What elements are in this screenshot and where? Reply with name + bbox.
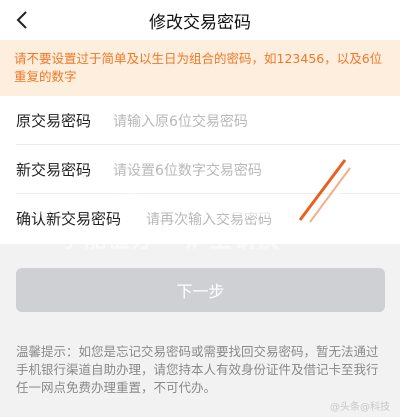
- password-warning-notice: 请不要设置过于简单及以生日为组合的密码，如123456，以及6位重复的数字: [0, 40, 400, 96]
- old-password-label: 原交易密码: [16, 112, 92, 130]
- new-password-input[interactable]: 请设置6位数字交易密码: [113, 160, 262, 180]
- nav-bar: 修改交易密码: [0, 0, 400, 40]
- new-password-row[interactable]: 新交易密码 请设置6位数字交易密码: [0, 145, 400, 193]
- old-password-row[interactable]: 原交易密码 请输入原6位交易密码: [0, 96, 400, 144]
- overlay-caption: 手能值办 · 炉生钢痰: [60, 228, 282, 253]
- watermark: @头条@科技: [330, 402, 390, 413]
- warm-tips: 温馨提示：如您是忘记交易密码或需要找回交易密码，暂无法通过手机银行渠道自助办理，…: [16, 344, 379, 395]
- next-step-button[interactable]: 下一步: [16, 268, 385, 312]
- new-password-label: 新交易密码: [16, 161, 92, 179]
- old-password-input[interactable]: 请输入原6位交易密码: [113, 111, 248, 131]
- page-title: 修改交易密码: [149, 13, 251, 33]
